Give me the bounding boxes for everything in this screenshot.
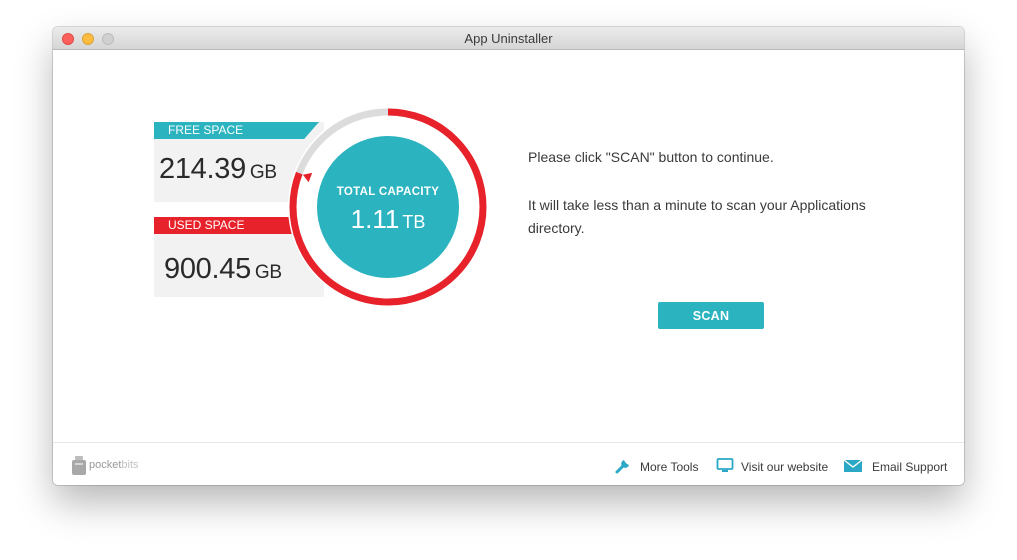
instruction-text: Please click "SCAN" button to continue. [528, 149, 774, 165]
more-tools-label: More Tools [640, 460, 699, 474]
total-capacity-number: 1.11 [350, 204, 400, 234]
used-space-unit: GB [254, 262, 282, 283]
monitor-icon [716, 458, 734, 472]
window-title: App Uninstaller [464, 31, 553, 46]
envelope-icon [843, 459, 863, 472]
app-window: App Uninstaller FREE SPACE 214.39 GB USED… [53, 27, 964, 485]
pocketbits-logo-icon [72, 456, 86, 475]
used-space-value: 900.45 GB [164, 253, 282, 286]
free-space-unit: GB [249, 162, 277, 183]
email-support-link[interactable]: Email Support [843, 457, 949, 475]
more-tools-link[interactable]: More Tools [614, 457, 700, 475]
free-space-number: 214.39 [159, 153, 246, 185]
scan-info-text: It will take less than a minute to scan … [528, 197, 866, 236]
total-capacity-unit: TB [402, 212, 426, 232]
scan-button[interactable]: SCAN [658, 302, 764, 329]
pocketbits-wordmark: pocketbits [89, 459, 139, 471]
email-support-label: Email Support [872, 460, 948, 474]
footer-bar: pocketbits More Tools Visit our website … [53, 442, 964, 485]
wrench-icon [615, 460, 629, 474]
used-space-number: 900.45 [164, 253, 251, 285]
brand-name-light: bits [121, 459, 139, 471]
visit-website-label: Visit our website [741, 460, 829, 474]
visit-website-link[interactable]: Visit our website [716, 457, 830, 475]
title-bar: App Uninstaller [53, 27, 964, 50]
total-capacity-label: TOTAL CAPACITY [336, 186, 440, 198]
free-space-value: 214.39 GB [159, 153, 277, 186]
total-capacity-value: 1.11 TB [317, 204, 459, 235]
brand-name-dark: pocket [89, 459, 122, 471]
